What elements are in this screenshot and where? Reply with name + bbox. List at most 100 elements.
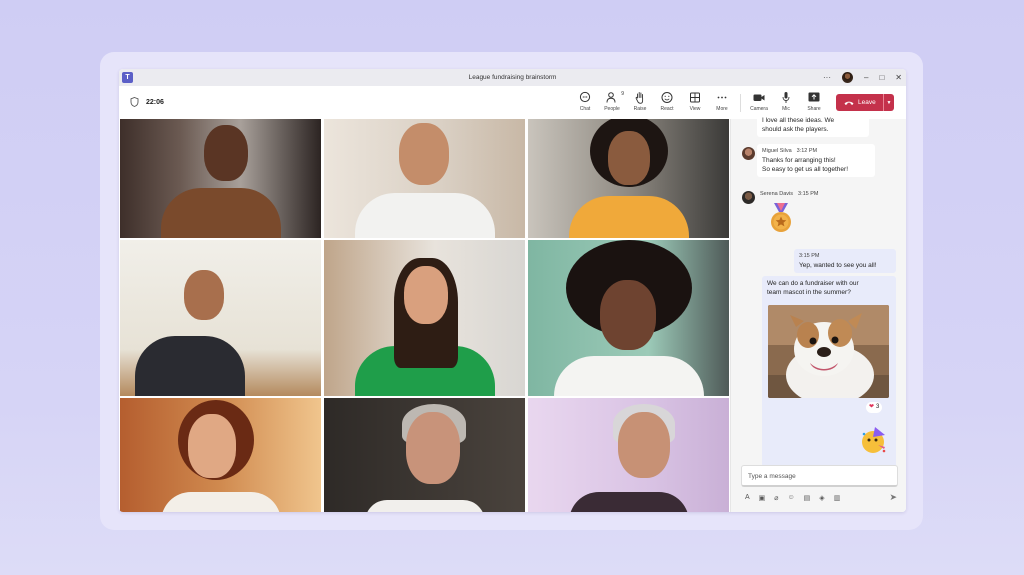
bulldog-photo[interactable]	[768, 305, 889, 398]
people-count: 9	[621, 91, 624, 97]
view-label: View	[689, 106, 701, 112]
person-body	[135, 336, 245, 396]
chat-message: Miguel Silva 3:12 PM Thanks for arranging…	[757, 144, 875, 177]
composer-toolbar: A ▣ ⌀ ☺ ▤ ◈ ▥ ➤	[745, 492, 897, 503]
smiley-icon	[661, 92, 673, 103]
leave-button[interactable]: Leave ▼	[836, 94, 894, 111]
meeting-duration: 22:06	[146, 98, 164, 106]
medal-sticker-icon	[771, 203, 791, 232]
person-head	[404, 266, 448, 324]
view-button[interactable]: View	[684, 91, 706, 112]
teams-meeting-window: T League fundraising brainstorm ··· – □ …	[119, 69, 906, 512]
raise-hand-button[interactable]: Raise	[629, 91, 651, 112]
message-time: 3:15 PM	[798, 191, 819, 197]
chat-message-own: 3:15 PM Yep, wanted to see you all!	[794, 249, 896, 273]
avatar[interactable]	[742, 191, 755, 204]
more-actions-button[interactable]: More	[711, 91, 733, 112]
mic-button[interactable]: Mic	[775, 91, 797, 112]
hang-up-icon	[844, 101, 854, 105]
participant-video[interactable]	[528, 119, 729, 238]
raise-hand-icon	[635, 92, 644, 104]
message-line: Thanks for arranging this!	[762, 157, 836, 164]
avatar[interactable]	[742, 147, 755, 160]
participant-video[interactable]	[120, 240, 321, 396]
mic-label: Mic	[782, 106, 790, 112]
chat-button[interactable]: Chat	[574, 91, 596, 112]
person-head	[406, 412, 460, 484]
people-icon	[606, 92, 616, 103]
message-line: So easy to get us all together!	[762, 166, 848, 173]
raise-label: Raise	[633, 106, 647, 112]
participant-video[interactable]	[120, 398, 321, 512]
participant-video[interactable]	[528, 240, 729, 396]
share-screen-icon	[808, 92, 820, 102]
chevron-down-icon[interactable]: ▼	[884, 100, 894, 106]
camera-label: Camera	[750, 106, 768, 112]
minimize-button[interactable]: –	[864, 71, 868, 84]
person-head	[184, 270, 224, 320]
heart-icon: ❤	[869, 404, 875, 410]
message-line: I love all these ideas. We	[762, 117, 835, 124]
share-button[interactable]: Share	[803, 91, 825, 112]
person-head	[600, 280, 656, 350]
more-options-icon[interactable]: ···	[823, 71, 831, 84]
close-button[interactable]: ✕	[895, 71, 902, 84]
participant-video[interactable]	[528, 398, 729, 512]
sticker-icon[interactable]: ◈	[819, 494, 824, 502]
title-bar: T League fundraising brainstorm ··· – □ …	[119, 69, 906, 86]
send-icon[interactable]: ➤	[889, 492, 897, 503]
message-input[interactable]: Type a message	[741, 465, 898, 487]
more-dots-icon	[717, 96, 727, 99]
video-grid	[119, 119, 730, 512]
reaction-count: 3	[876, 404, 880, 410]
chat-message: Serena Davis 3:15 PM	[760, 191, 819, 232]
person-head	[188, 414, 236, 478]
participant-video[interactable]	[324, 240, 525, 396]
person-body	[160, 492, 281, 512]
person-head	[399, 123, 449, 185]
gif-icon[interactable]: ▤	[804, 494, 811, 502]
people-button[interactable]: 9 People	[601, 91, 624, 112]
sender-name: Serena Davis	[760, 191, 794, 197]
message-time: 3:15 PM	[799, 253, 820, 259]
emoji-icon[interactable]: ☺	[788, 494, 795, 501]
react-label: React	[660, 106, 674, 112]
message-line: We can do a fundraiser with our	[767, 280, 859, 287]
microphone-icon	[782, 92, 790, 103]
message-line: team mascot in the summer?	[767, 289, 851, 296]
leave-label: Leave	[858, 99, 876, 106]
person-head	[608, 131, 650, 185]
format-icon[interactable]: A	[745, 494, 750, 501]
share-label: Share	[807, 106, 821, 112]
person-body	[364, 500, 485, 512]
participant-video[interactable]	[324, 398, 525, 512]
leave-main[interactable]: Leave	[836, 99, 883, 106]
grid-view-icon	[690, 92, 700, 103]
react-button[interactable]: React	[656, 91, 678, 112]
window-title: League fundraising brainstorm	[468, 74, 557, 81]
camera-button[interactable]: Camera	[748, 91, 770, 112]
sender-name: Miguel Silva	[762, 148, 792, 154]
participant-video[interactable]	[120, 119, 321, 238]
maximize-button[interactable]: □	[879, 71, 884, 84]
participant-video[interactable]	[324, 119, 525, 238]
toolbar-divider	[740, 94, 741, 112]
person-body	[354, 193, 495, 238]
person-body	[160, 188, 281, 238]
person-head	[618, 412, 670, 478]
message-meta: Serena Davis 3:15 PM	[760, 191, 819, 197]
user-avatar[interactable]	[842, 72, 853, 83]
person-body	[568, 196, 689, 238]
reaction-badge[interactable]: ❤ 3	[866, 402, 883, 413]
attach-file-icon[interactable]: ⌀	[774, 494, 778, 502]
camera-icon	[753, 94, 765, 101]
party-face-sticker-icon	[862, 427, 886, 453]
message-line: should ask the players.	[762, 126, 829, 133]
apps-icon[interactable]: ▥	[834, 494, 841, 502]
meeting-timer: 22:06	[130, 97, 164, 107]
attach-image-icon[interactable]: ▣	[759, 494, 766, 502]
more-label: More	[716, 106, 728, 112]
chat-icon	[579, 91, 591, 103]
person-body	[553, 356, 704, 396]
person-head	[204, 125, 248, 181]
